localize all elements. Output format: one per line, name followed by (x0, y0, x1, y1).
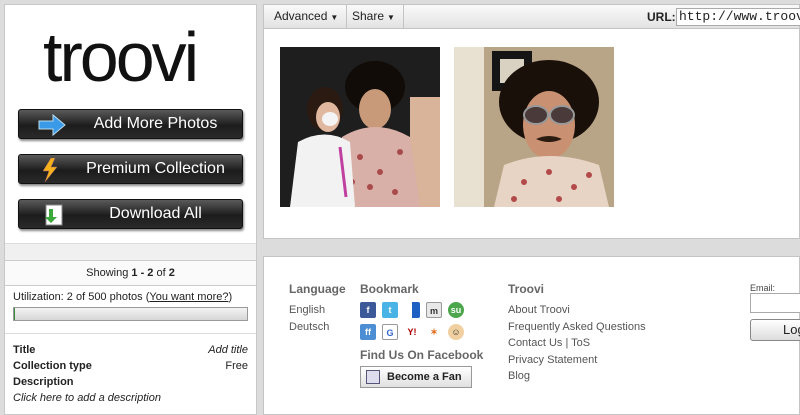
utilization-label: Utilization: 2 of 500 photos (13, 291, 143, 303)
bookmark-column: Bookmark f t m su ff G Y! ✶ ☺ Find Us On… (360, 282, 483, 388)
showing-total: 2 (168, 267, 175, 279)
caret-down-icon: ▼ (387, 13, 395, 22)
buzz-icon[interactable]: ☺ (448, 324, 464, 340)
showing-count: Showing 1 - 2 of 2 (5, 260, 256, 286)
photo-image (280, 47, 440, 207)
bookmark-icons: f t m su ff G Y! ✶ ☺ (360, 302, 483, 340)
toolbar: Advanced ▼ Share ▼ URL: http://www.troovi (263, 4, 800, 29)
blog-link[interactable]: Blog (508, 368, 646, 385)
url-label: URL: (647, 10, 676, 24)
collection-type-value: Free (225, 360, 248, 372)
photo-grid (263, 29, 800, 239)
google-icon[interactable]: G (382, 324, 398, 340)
bookmark-heading: Bookmark (360, 282, 419, 296)
showing-prefix: Showing (86, 267, 132, 279)
twitter-icon[interactable]: t (382, 302, 398, 318)
caret-down-icon: ▼ (330, 13, 339, 22)
description-row: Description (13, 376, 248, 388)
photo-thumbnail[interactable] (280, 47, 440, 207)
share-label: Share (352, 9, 385, 23)
showing-of: of (153, 267, 169, 279)
download-all-button[interactable]: Download All (18, 199, 243, 229)
collection-type-row: Collection type Free (13, 360, 248, 372)
troovi-heading: Troovi (508, 282, 545, 296)
email-label: Email: (750, 283, 776, 293)
contact-tos-link[interactable]: Contact Us | ToS (508, 335, 646, 352)
lightning-icon (42, 158, 58, 182)
sidebar: troovi Add More Photos Premium Collectio… (4, 4, 257, 415)
advanced-label: Advanced (274, 9, 328, 23)
url-field[interactable]: http://www.troovi (676, 8, 800, 26)
collection-type-label: Collection type (13, 360, 92, 372)
become-a-fan-button[interactable]: Become a Fan (360, 366, 472, 388)
language-column: Language English Deutsch (289, 282, 346, 335)
add-title-link[interactable]: Add title (208, 344, 248, 356)
arrow-right-icon (38, 113, 66, 137)
language-deutsch-link[interactable]: Deutsch (289, 319, 346, 336)
digg-icon[interactable]: ✶ (426, 324, 442, 340)
email-field[interactable] (750, 293, 800, 313)
premium-collection-button[interactable]: Premium Collection (18, 154, 243, 184)
yahoo-icon[interactable]: Y! (404, 324, 420, 340)
download-all-label: Download All (109, 205, 202, 222)
showing-range: 1 - 2 (131, 267, 154, 279)
faq-link[interactable]: Frequently Asked Questions (508, 319, 646, 336)
language-english-link[interactable]: English (289, 302, 346, 319)
language-heading: Language (289, 282, 346, 296)
download-icon (45, 204, 63, 226)
title-label: Title (13, 344, 36, 356)
want-more-link[interactable]: You want more? (149, 291, 228, 303)
photo-thumbnail[interactable] (454, 47, 614, 207)
footer: Language English Deutsch Bookmark f t m … (263, 256, 800, 415)
stumbleupon-icon[interactable]: su (448, 302, 464, 318)
privacy-statement-link[interactable]: Privacy Statement (508, 352, 646, 369)
utilization-progress-bar (13, 307, 248, 321)
facebook-icon[interactable]: f (360, 302, 376, 318)
become-a-fan-label: Become a Fan (387, 371, 462, 383)
fan-page-icon (366, 370, 380, 384)
delicious-icon[interactable] (404, 302, 420, 318)
friendfeed-icon[interactable]: ff (360, 324, 376, 340)
photo-image (454, 47, 614, 207)
utilization-text: Utilization: 2 of 500 photos (You want m… (13, 291, 233, 303)
title-row: Title Add title (13, 344, 248, 356)
add-description-link[interactable]: Click here to add a description (13, 392, 161, 404)
share-menu-button[interactable]: Share ▼ (342, 5, 404, 28)
troovi-logo[interactable]: troovi (43, 23, 223, 93)
login-button[interactable]: Log (750, 319, 800, 341)
facebook-heading: Find Us On Facebook (360, 348, 484, 362)
myspace-icon[interactable]: m (426, 302, 442, 318)
utilization-progress-fill (14, 308, 15, 320)
sidebar-divider (5, 243, 256, 261)
meta-divider (5, 333, 256, 334)
logo-text: troovi (43, 23, 196, 93)
add-more-photos-button[interactable]: Add More Photos (18, 109, 243, 139)
troovi-column: Troovi About Troovi Frequently Asked Que… (508, 282, 646, 385)
advanced-menu-button[interactable]: Advanced ▼ (264, 5, 348, 28)
premium-collection-label: Premium Collection (86, 160, 225, 177)
add-more-photos-label: Add More Photos (93, 115, 218, 132)
about-troovi-link[interactable]: About Troovi (508, 302, 646, 319)
description-label: Description (13, 376, 74, 388)
